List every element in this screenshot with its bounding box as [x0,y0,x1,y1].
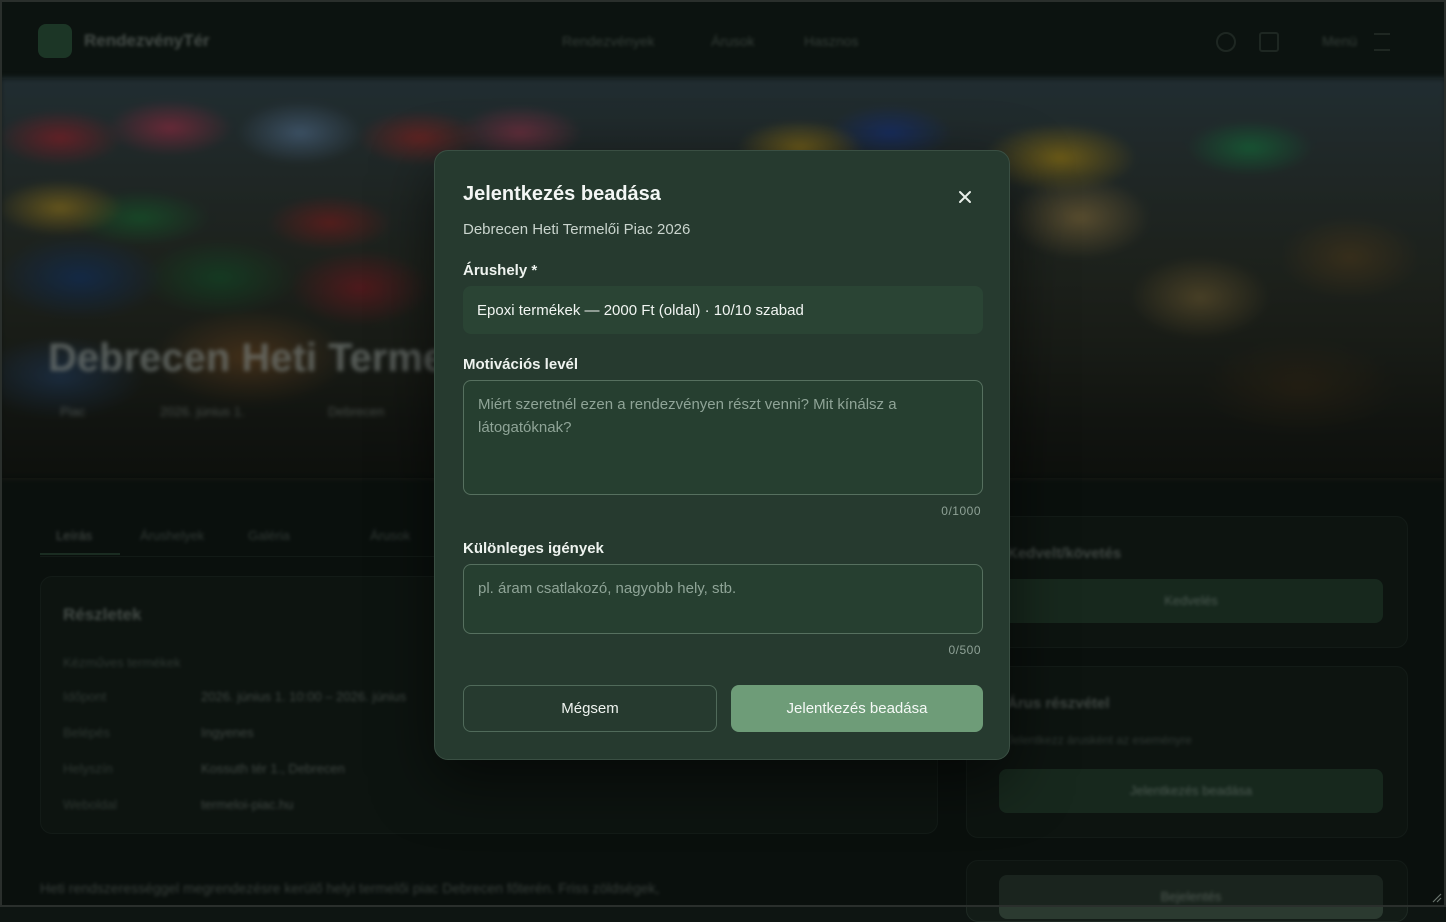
special-needs-char-counter: 0/500 [948,643,981,657]
motivation-textarea[interactable]: Miért szeretnél ezen a rendezvényen rész… [463,380,983,495]
stall-label: Árushely * [463,262,538,279]
stall-selected-value: Epoxi termékek — 2000 Ft (oldal) · 10/10… [477,301,804,319]
application-modal: Jelentkezés beadása Debrecen Heti Termel… [434,150,1010,760]
close-icon [959,191,971,203]
submit-application-button[interactable]: Jelentkezés beadása [731,685,983,732]
resize-grip-icon[interactable] [1430,891,1442,903]
special-needs-label: Különleges igények [463,540,604,557]
special-needs-textarea[interactable]: pl. áram csatlakozó, nagyobb hely, stb. [463,564,983,634]
motivation-label: Motivációs levél [463,356,579,373]
stall-select[interactable]: Epoxi termékek — 2000 Ft (oldal) · 10/10… [463,286,983,334]
modal-subtitle: Debrecen Heti Termelői Piac 2026 [463,221,691,238]
motivation-char-counter: 0/1000 [941,504,981,518]
cancel-button[interactable]: Mégsem [463,685,717,732]
close-button[interactable] [953,185,977,209]
modal-title: Jelentkezés beadása [463,183,661,205]
